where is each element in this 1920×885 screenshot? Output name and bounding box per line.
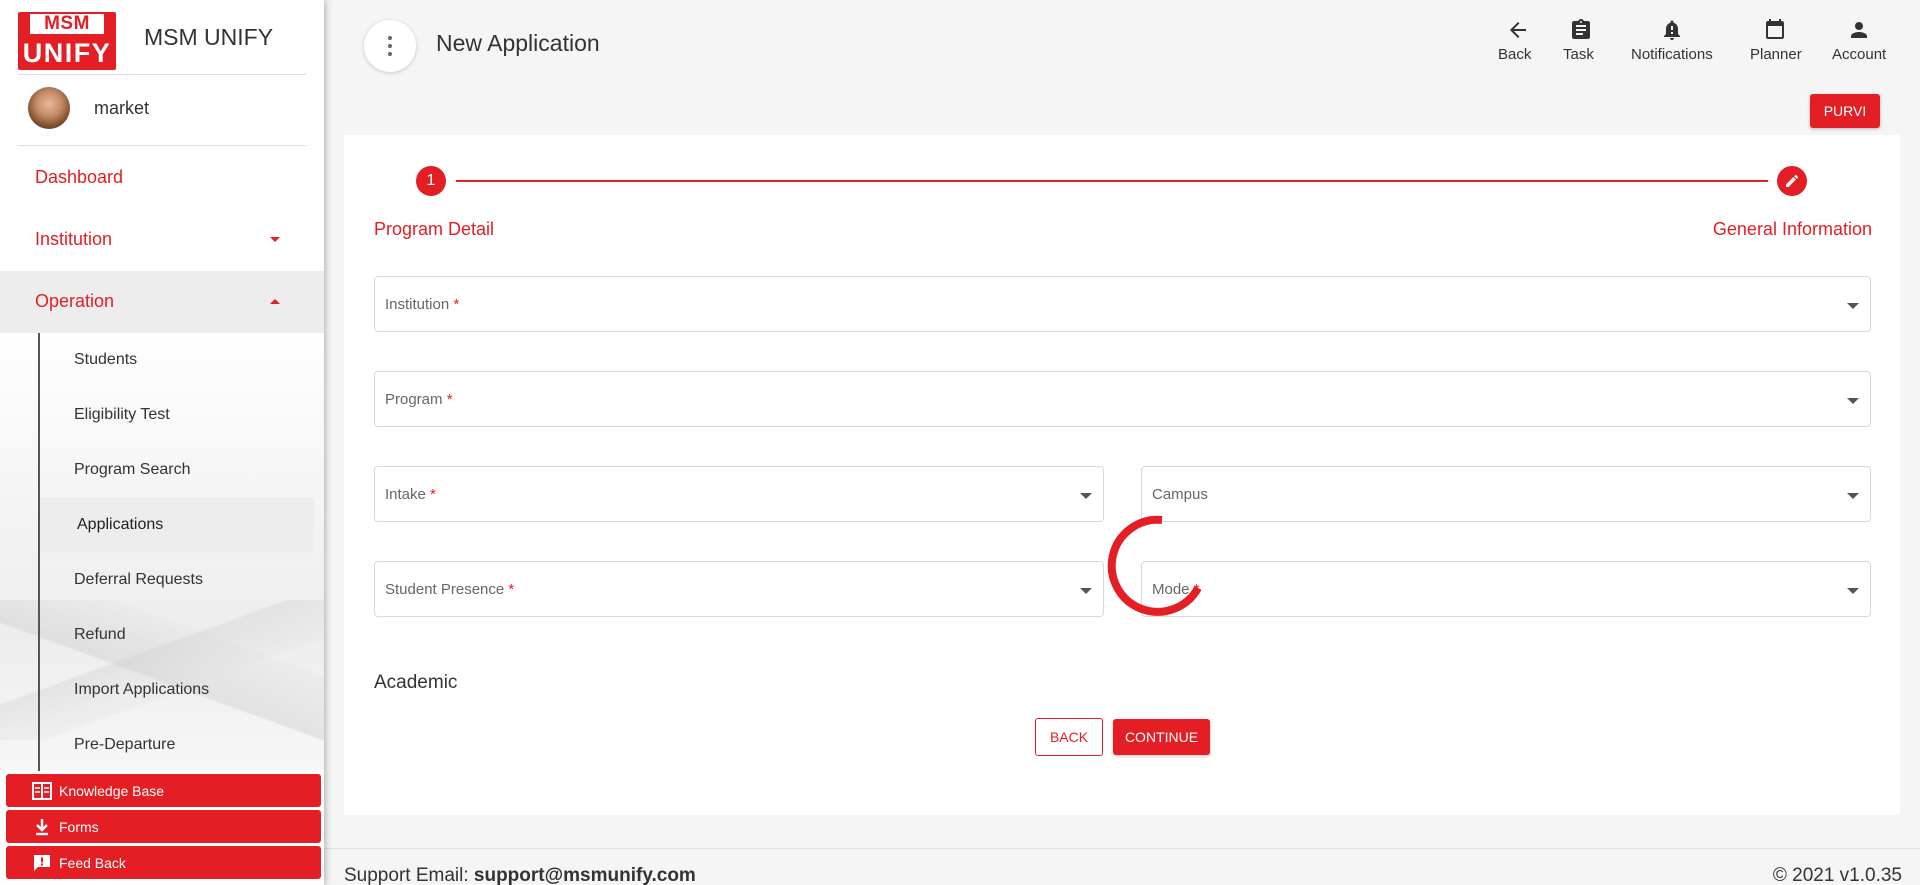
subnav-item-label: Pre-Departure	[74, 736, 176, 753]
nav-item-dashboard[interactable]: Dashboard	[0, 147, 324, 209]
dropdown-arrow-icon	[1080, 588, 1092, 594]
subnav-item-label: Refund	[74, 626, 126, 643]
dropdown-arrow-icon	[1847, 398, 1859, 404]
subnav-item-eligibility-test[interactable]: Eligibility Test	[40, 388, 314, 443]
intake-label: Intake *	[385, 486, 436, 503]
arrow-left-icon	[1510, 22, 1526, 38]
more-menu-button[interactable]	[364, 20, 416, 72]
dot	[388, 44, 392, 48]
caret-down-icon	[270, 237, 280, 242]
notifications-label: Notifications	[1631, 46, 1713, 63]
nav-item-label: Dashboard	[35, 167, 124, 187]
mode-select[interactable]: Mode *	[1141, 561, 1871, 617]
back-nav-label: Back	[1498, 46, 1532, 63]
application-form-card: 1 Program Detail General Information Ins…	[344, 135, 1900, 815]
academic-section-title: Academic	[374, 672, 458, 693]
pencil-icon	[1786, 175, 1798, 187]
continue-button[interactable]: CONTINUE	[1113, 719, 1210, 755]
dropdown-arrow-icon	[1847, 303, 1859, 309]
step-2-label: General Information	[1712, 219, 1872, 239]
sidebar: MSM UNIFY MSM UNIFY market Dashboard Ins…	[0, 0, 324, 885]
book-icon	[32, 782, 52, 800]
stepper-line	[456, 180, 1768, 182]
user-badge-button[interactable]: PURVI	[1810, 94, 1880, 128]
subnav-item-label: Applications	[77, 516, 164, 533]
knowledge-base-button[interactable]: Knowledge Base	[6, 774, 321, 807]
user-name: market	[94, 98, 150, 118]
planner-label: Planner	[1750, 46, 1802, 63]
nav-item-label: Operation	[35, 291, 115, 311]
step-2-indicator[interactable]	[1777, 166, 1807, 196]
campus-select[interactable]: Campus	[1141, 466, 1871, 522]
back-nav-button[interactable]: Back	[1496, 18, 1540, 68]
institution-label: Institution *	[385, 296, 460, 313]
subnav-item-label: Eligibility Test	[74, 406, 170, 423]
clipboard-icon	[1572, 19, 1590, 39]
notifications-button[interactable]: Notifications	[1627, 18, 1717, 68]
bell-icon	[1664, 20, 1680, 40]
campus-label: Campus	[1152, 486, 1208, 503]
account-label: Account	[1832, 46, 1887, 63]
feedback-label: Feed Back	[59, 855, 126, 871]
subnav-item-label: Students	[74, 351, 138, 368]
program-label: Program *	[385, 391, 453, 408]
dropdown-arrow-icon	[1847, 588, 1859, 594]
back-button[interactable]: BACK	[1035, 718, 1103, 756]
calendar-icon	[1766, 19, 1784, 39]
step-1-label: Program Detail	[374, 219, 495, 239]
student-presence-label: Student Presence *	[385, 581, 515, 598]
feedback-icon	[34, 855, 50, 871]
account-button[interactable]: Account	[1828, 18, 1890, 68]
subnav-item-program-search[interactable]: Program Search	[40, 443, 314, 498]
subnav-item-students[interactable]: Students	[40, 333, 314, 388]
nav-item-operation[interactable]: Operation	[0, 271, 324, 333]
dropdown-arrow-icon	[1080, 493, 1092, 499]
dot	[388, 52, 392, 56]
support-email: Support Email: support@msmunify.com	[344, 865, 696, 885]
user-profile[interactable]: market	[18, 74, 306, 146]
msm-unify-logo[interactable]: MSM UNIFY	[18, 12, 116, 70]
program-select[interactable]: Program *	[374, 371, 1871, 427]
subnav-item-deferral-requests[interactable]: Deferral Requests	[40, 553, 314, 608]
dot	[388, 36, 392, 40]
person-icon	[1851, 22, 1867, 38]
logo-bottom-text: UNIFY	[22, 38, 112, 68]
step-1-indicator[interactable]: 1	[416, 166, 446, 196]
brand-name: MSM UNIFY	[144, 24, 274, 50]
loading-spinner-icon	[1107, 515, 1202, 616]
feedback-button[interactable]: Feed Back	[6, 846, 321, 879]
task-button[interactable]: Task	[1561, 18, 1601, 68]
subnav-item-applications[interactable]: Applications	[40, 498, 314, 553]
subnav-item-label: Deferral Requests	[74, 571, 203, 588]
task-label: Task	[1563, 46, 1594, 63]
brand: MSM UNIFY MSM UNIFY	[0, 0, 324, 74]
subnav-item-label: Import Applications	[74, 681, 210, 698]
page-title: New Application	[436, 30, 600, 56]
forms-button[interactable]: Forms	[6, 810, 321, 843]
nav-item-label: Institution	[35, 229, 113, 249]
institution-select[interactable]: Institution *	[374, 276, 1871, 332]
subnav-item-pre-departure[interactable]: Pre-Departure	[40, 718, 314, 773]
planner-button[interactable]: Planner	[1745, 18, 1805, 68]
logo-top-text: MSM	[28, 12, 106, 36]
student-presence-select[interactable]: Student Presence *	[374, 561, 1104, 617]
support-email-link[interactable]: support@msmunify.com	[474, 865, 696, 885]
subnav-item-refund[interactable]: Refund	[40, 608, 314, 663]
download-icon	[36, 819, 48, 836]
subnav-item-import-applications[interactable]: Import Applications	[40, 663, 314, 718]
footer: Support Email: support@msmunify.com © 20…	[324, 848, 1920, 885]
knowledge-base-label: Knowledge Base	[59, 783, 165, 799]
intake-select[interactable]: Intake *	[374, 466, 1104, 522]
copyright: © 2021 v1.0.35	[1772, 865, 1902, 885]
subnav-item-label: Program Search	[74, 461, 191, 478]
top-header: New Application Back Task Notifications …	[324, 0, 1920, 135]
avatar	[28, 87, 70, 129]
dropdown-arrow-icon	[1847, 493, 1859, 499]
nav-item-institution[interactable]: Institution	[0, 209, 324, 271]
caret-up-icon	[270, 299, 280, 304]
forms-label: Forms	[59, 819, 99, 835]
